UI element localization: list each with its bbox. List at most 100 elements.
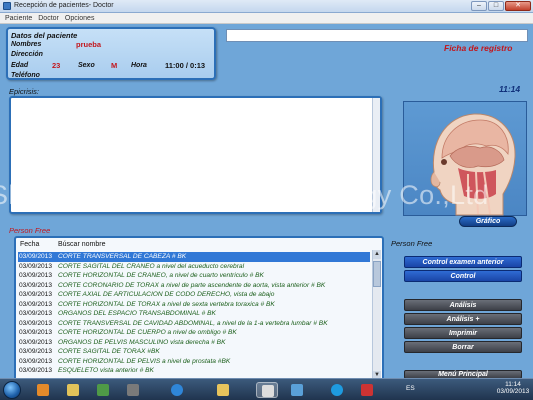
taskbar-explorer-icon[interactable]	[62, 382, 84, 398]
epicrisis-label: Epicrisis:	[9, 87, 40, 96]
taskbar-player-icon[interactable]	[356, 382, 378, 398]
clock-display: 11:14	[499, 84, 521, 94]
taskbar-folder-icon[interactable]	[212, 382, 234, 398]
row-date: 03/09/2013	[19, 262, 53, 270]
scroll-thumb[interactable]	[373, 261, 381, 287]
row-date: 03/09/2013	[19, 300, 53, 308]
menu-paciente[interactable]: Paciente	[5, 13, 32, 23]
row-name: CORTE HORIZONTAL DE PELVIS a nivel de pr…	[58, 357, 231, 365]
row-name: CORTE HORIZONTAL DE CUERPO a nivel de om…	[58, 329, 237, 336]
time-label: Hora	[131, 62, 147, 69]
window-controls: – □ ✕	[471, 1, 531, 11]
list-header: Fecha Búscar nombre	[18, 241, 368, 251]
epicrisis-textarea[interactable]	[9, 96, 382, 214]
list-section-label: Person Free	[9, 226, 51, 235]
row-date: 03/09/2013	[19, 338, 53, 346]
table-row[interactable]: 03/09/2013 CORTE TRANSVERSAL DE CABEZA # …	[18, 252, 370, 262]
table-row[interactable]: 03/09/2013 CORTE HORIZONTAL DE CRANEO, a …	[18, 271, 370, 281]
name-value: prueba	[76, 40, 102, 49]
scroll-up-arrow[interactable]: ▲	[373, 250, 381, 259]
table-row[interactable]: 03/09/2013 ORGANOS DE PELVIS MASCULINO vi…	[18, 338, 370, 348]
row-date: 03/09/2013	[19, 357, 53, 365]
sidebar-label: Person Free	[391, 239, 433, 248]
table-row[interactable]: 03/09/2013 CORTE HORIZONTAL DE PELVIS a n…	[18, 357, 370, 367]
row-name: CORTE SAGITAL DEL CRANEO a nivel del acu…	[58, 262, 245, 270]
ficha-title: Ficha de registro	[444, 43, 513, 53]
row-date: 03/09/2013	[19, 348, 53, 355]
taskbar-app-icon[interactable]	[122, 382, 144, 398]
row-name: CORTE AXIAL DE ARTICULACION DE CODO DERE…	[58, 291, 275, 298]
table-row[interactable]: 03/09/2013 ORGANOS DEL ESPACIO TRANSABDOM…	[18, 309, 370, 319]
epicrisis-scrollbar[interactable]	[372, 98, 380, 212]
tray-date: 03/09/2013	[496, 388, 530, 395]
row-name: ESQUELETO vista anterior # BK	[58, 367, 154, 374]
control-button[interactable]: Control	[404, 270, 522, 282]
table-row[interactable]: 03/09/2013 ESQUELETO vista anterior # BK	[18, 366, 370, 376]
tray-time: 11:14	[505, 381, 521, 388]
app-icon	[3, 2, 11, 10]
row-name: CORTE HORIZONTAL DE TORAX a nivel de sex…	[58, 300, 275, 308]
exam-list-panel: Fecha Búscar nombre 03/09/2013 CORTE TRAN…	[14, 236, 384, 382]
grafico-button[interactable]: Gráfico	[459, 216, 517, 227]
name-label: Nombres	[11, 41, 42, 48]
table-row[interactable]: 03/09/2013 CORTE HORIZONTAL DE TORAX a ni…	[18, 300, 370, 310]
menu-opciones[interactable]: Opciones	[65, 13, 95, 23]
age-value: 23	[52, 61, 61, 70]
row-name: CORTE CORONARIO DE TORAX a nivel de part…	[58, 281, 326, 289]
age-label: Edad	[11, 62, 29, 69]
row-name: ORGANOS DE PELVIS MASCULINO vista derech…	[58, 338, 226, 346]
row-date: 03/09/2013	[19, 319, 53, 327]
window-title: Recepción de pacientes- Doctor	[14, 2, 114, 9]
col-date-header[interactable]: Fecha	[20, 241, 39, 248]
control-examen-anterior-button[interactable]: Control examen anterior	[404, 256, 522, 268]
head-anatomy-image	[430, 113, 516, 216]
row-name: CORTE SAGITAL DE TORAX #BK	[58, 348, 160, 355]
address-label: Dirección	[11, 51, 43, 58]
borrar-button[interactable]: Borrar	[404, 341, 522, 353]
patient-section-title: Datos del paciente	[11, 31, 78, 40]
start-button[interactable]	[3, 381, 21, 399]
title-bar: Recepción de pacientes- Doctor – □ ✕	[0, 0, 533, 13]
row-date: 03/09/2013	[19, 281, 53, 289]
table-row[interactable]: 03/09/2013 CORTE TRANSVERSAL DE CAVIDAD A…	[18, 319, 370, 329]
row-date: 03/09/2013	[19, 310, 53, 317]
taskbar: ES 11:14 03/09/2013	[0, 378, 533, 400]
taskbar-doctor-app-icon[interactable]	[256, 382, 278, 398]
time-value: 11:00 / 0:13	[165, 61, 206, 70]
minimize-button[interactable]: –	[471, 1, 487, 11]
table-row[interactable]: 03/09/2013 CORTE SAGITAL DEL CRANEO a niv…	[18, 262, 370, 272]
row-date: 03/09/2013	[19, 253, 53, 260]
row-name: CORTE TRANSVERSAL DE CABEZA # BK	[58, 253, 187, 260]
row-name: CORTE HORIZONTAL DE CRANEO, a nivel de c…	[58, 272, 264, 279]
table-row[interactable]: 03/09/2013 CORTE HORIZONTAL DE CUERPO a n…	[18, 328, 370, 338]
taskbar-ie-icon[interactable]	[166, 382, 188, 398]
phone-label: Teléfono	[11, 72, 40, 79]
imprimir-button[interactable]: Imprimir	[404, 327, 522, 339]
anatomy-image-panel	[403, 101, 527, 216]
row-date: 03/09/2013	[19, 329, 53, 336]
tray-clock[interactable]: 11:14 03/09/2013	[496, 381, 530, 395]
sex-value: M	[111, 61, 118, 70]
analisis-button[interactable]: Análisis	[404, 299, 522, 311]
taskbar-paint-icon[interactable]	[286, 382, 308, 398]
menu-doctor[interactable]: Doctor	[38, 13, 59, 23]
list-scrollbar[interactable]: ▲ ▼	[372, 250, 381, 380]
col-name-header[interactable]: Búscar nombre	[58, 241, 105, 248]
row-name: ORGANOS DEL ESPACIO TRANSABDOMINAL # BK	[58, 310, 216, 317]
patient-data-panel: Datos del paciente Nombres prueba Direcc…	[6, 27, 216, 80]
language-indicator[interactable]: ES	[406, 385, 415, 392]
maximize-button[interactable]: □	[488, 1, 504, 11]
table-row[interactable]: 03/09/2013 CORTE SAGITAL DE TORAX #BK	[18, 347, 370, 357]
table-row[interactable]: 03/09/2013 CORTE AXIAL DE ARTICULACION DE…	[18, 290, 370, 300]
sex-label: Sexo	[78, 62, 95, 69]
row-date: 03/09/2013	[19, 272, 53, 279]
taskbar-network-icon[interactable]	[92, 382, 114, 398]
taskbar-skype-icon[interactable]	[326, 382, 348, 398]
analisis-plus-button[interactable]: Análisis +	[404, 313, 522, 325]
row-date: 03/09/2013	[19, 291, 53, 298]
close-button[interactable]: ✕	[505, 1, 531, 11]
row-name: CORTE TRANSVERSAL DE CAVIDAD ABDOMINAL, …	[58, 319, 328, 327]
top-input-field[interactable]	[226, 29, 528, 42]
taskbar-media-icon[interactable]	[32, 382, 54, 398]
table-row[interactable]: 03/09/2013 CORTE CORONARIO DE TORAX a niv…	[18, 281, 370, 291]
